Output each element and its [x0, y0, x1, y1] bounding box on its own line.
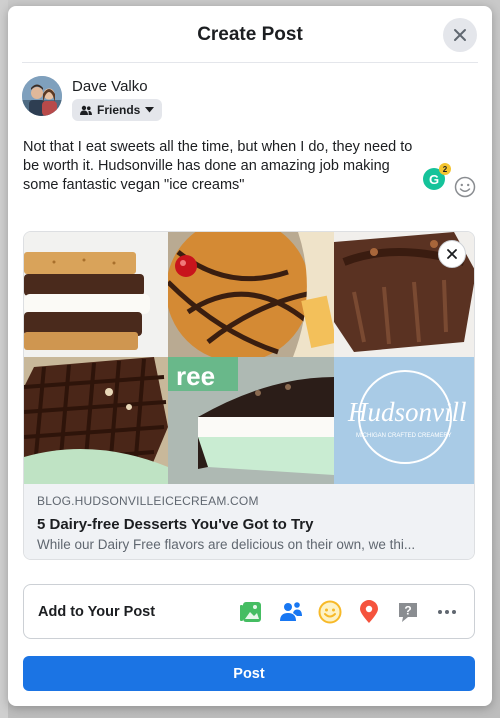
hudsonville-logo-image: Hudsonvill MICHIGAN CRAFTED CREAMERY: [334, 357, 474, 484]
author-name: Dave Valko: [72, 78, 148, 95]
add-to-post-icons: ?: [239, 599, 460, 625]
tag-people-icon: [280, 601, 302, 621]
tile-text: ree: [176, 361, 215, 391]
caret-down-icon: [145, 107, 155, 113]
svg-text:?: ?: [404, 603, 411, 617]
link-domain: BLOG.HUDSONVILLEICECREAM.COM: [37, 494, 259, 508]
grammarly-count-badge: 2: [439, 163, 451, 175]
check-in-icon: [360, 599, 378, 623]
feeling-activity-icon: [318, 600, 342, 623]
close-icon: [454, 29, 466, 41]
ask-recommendations-icon: ?: [399, 602, 417, 622]
create-post-dialog: Create Post Dave Valko Friends Not that …: [8, 6, 492, 706]
link-description: While our Dairy Free flavors are delicio…: [37, 537, 416, 552]
emoji-button[interactable]: [454, 176, 476, 198]
tag-people-button[interactable]: [278, 599, 304, 625]
brand-logo-subtext: MICHIGAN CRAFTED CREAMERY: [356, 433, 452, 439]
waffle-image: [24, 357, 168, 484]
photo-video-button[interactable]: [239, 599, 265, 625]
author-info: Dave Valko Friends: [72, 76, 163, 121]
mint-pie-image: ree: [168, 357, 334, 484]
post-button[interactable]: Post: [23, 656, 475, 691]
close-button[interactable]: [443, 18, 477, 52]
add-to-post-label: Add to Your Post: [38, 603, 156, 620]
smores-image: [24, 232, 168, 357]
link-preview-meta: BLOG.HUDSONVILLEICECREAM.COM 5 Dairy-fre…: [24, 484, 474, 559]
header-divider: [22, 62, 478, 63]
friends-icon: [80, 105, 92, 115]
more-options-button[interactable]: [434, 599, 460, 625]
feeling-activity-button[interactable]: [317, 599, 343, 625]
dialog-header: Create Post: [8, 6, 492, 63]
audience-selector[interactable]: Friends: [72, 99, 163, 121]
dialog-title: Create Post: [197, 23, 303, 45]
avatar[interactable]: [22, 76, 62, 116]
close-icon: [447, 249, 457, 259]
brand-logo-text: Hudsonvill: [347, 397, 467, 427]
photo-video-icon: [240, 601, 261, 622]
ask-recommendations-button[interactable]: ?: [395, 599, 421, 625]
grammarly-letter: G: [428, 171, 440, 187]
pie-image: [168, 232, 334, 357]
remove-preview-button[interactable]: [438, 240, 466, 268]
add-to-post-bar: Add to Your Post ?: [23, 584, 475, 639]
post-text-input[interactable]: Not that I eat sweets all the time, but …: [23, 138, 423, 195]
audience-label: Friends: [97, 103, 141, 117]
link-title[interactable]: 5 Dairy-free Desserts You've Got to Try: [37, 516, 463, 533]
check-in-button[interactable]: [356, 599, 382, 625]
smiley-icon: [454, 176, 476, 198]
more-icon: [438, 609, 456, 614]
author-row: Dave Valko Friends: [22, 76, 163, 121]
link-preview-images: ree Hudsonvill MICHIGAN CRAFTED CREAMERY: [24, 232, 474, 484]
link-preview-card[interactable]: ree Hudsonvill MICHIGAN CRAFTED CREAMERY: [23, 231, 475, 560]
